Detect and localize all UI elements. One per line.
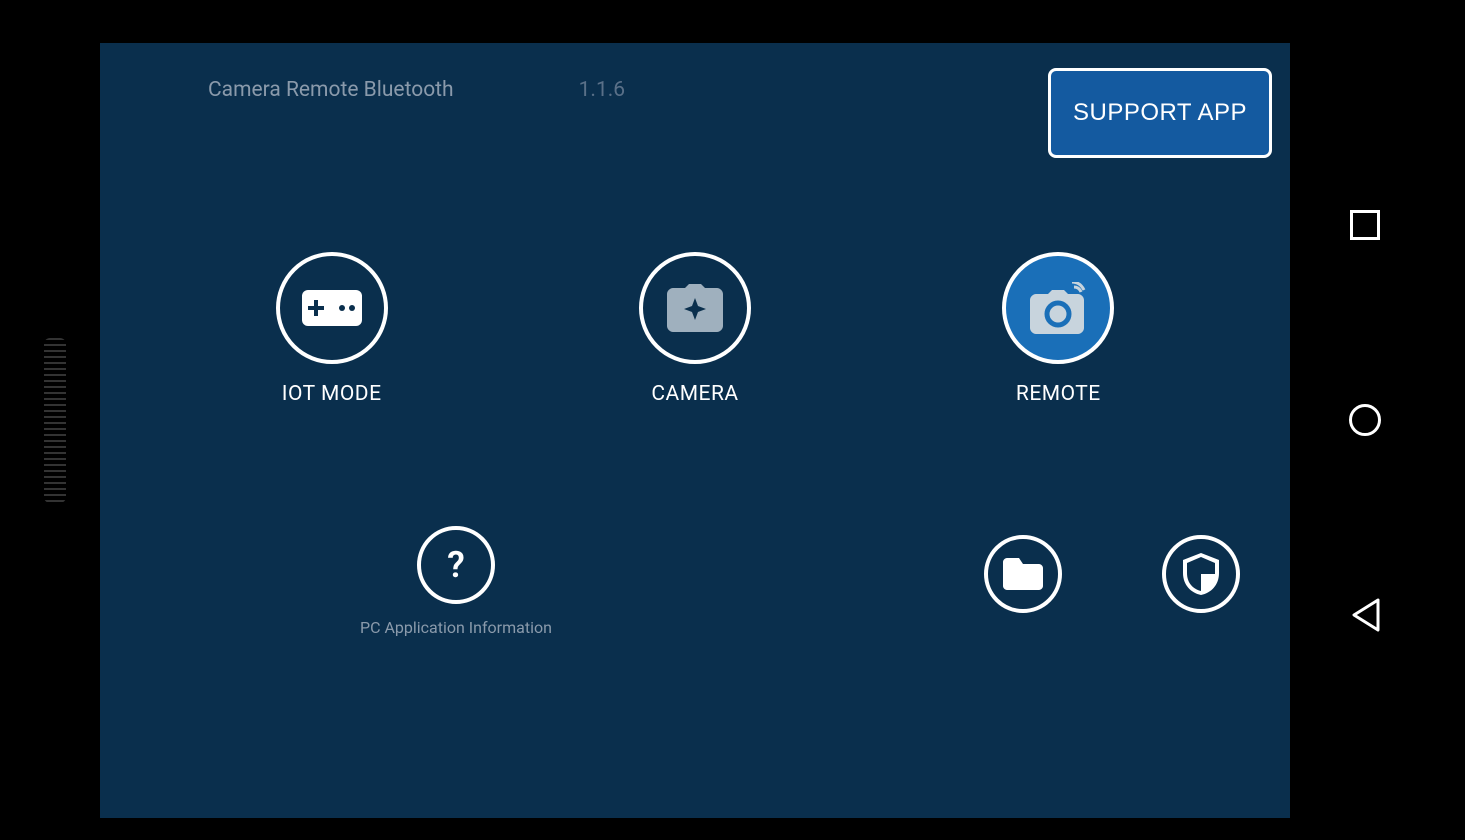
camera-remote-icon bbox=[1002, 252, 1114, 364]
camera-enhance-icon bbox=[639, 252, 751, 364]
speaker-grille bbox=[44, 338, 66, 503]
device-frame: Camera Remote Bluetooth 1.1.6 SUPPORT AP… bbox=[8, 8, 1457, 832]
remote-label: REMOTE bbox=[1016, 382, 1101, 406]
pc-application-info-button[interactable]: ? PC Application Information bbox=[360, 526, 552, 637]
iot-mode-label: IOT MODE bbox=[282, 382, 382, 406]
bottom-icons bbox=[984, 535, 1240, 627]
shield-icon bbox=[1183, 553, 1219, 595]
android-nav-bar bbox=[1272, 8, 1457, 832]
back-triangle-icon bbox=[1350, 598, 1380, 632]
app-title: Camera Remote Bluetooth bbox=[208, 78, 454, 102]
pc-info-label: PC Application Information bbox=[360, 618, 552, 637]
folder-icon bbox=[1003, 558, 1043, 590]
security-button[interactable] bbox=[1162, 535, 1240, 613]
gamepad-icon bbox=[276, 252, 388, 364]
header: Camera Remote Bluetooth 1.1.6 SUPPORT AP… bbox=[100, 43, 1290, 102]
recents-button[interactable] bbox=[1346, 206, 1384, 244]
app-version: 1.1.6 bbox=[579, 78, 625, 102]
mode-grid: IOT MODE CAMERA bbox=[100, 252, 1290, 406]
question-icon: ? bbox=[417, 526, 495, 604]
remote-button[interactable]: REMOTE bbox=[918, 252, 1198, 406]
camera-button[interactable]: CAMERA bbox=[555, 252, 835, 406]
folder-button[interactable] bbox=[984, 535, 1062, 613]
iot-mode-button[interactable]: IOT MODE bbox=[192, 252, 472, 406]
app-screen: Camera Remote Bluetooth 1.1.6 SUPPORT AP… bbox=[100, 43, 1290, 818]
home-button[interactable] bbox=[1346, 401, 1384, 439]
camera-label: CAMERA bbox=[651, 382, 738, 406]
square-icon bbox=[1350, 210, 1380, 240]
back-button[interactable] bbox=[1346, 596, 1384, 634]
support-app-button[interactable]: SUPPORT APP bbox=[1048, 68, 1272, 158]
circle-icon bbox=[1349, 404, 1381, 436]
